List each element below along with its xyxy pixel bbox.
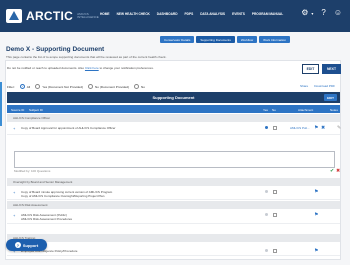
download-pdf-link[interactable]: Download PDF xyxy=(314,84,335,88)
nav-data-analysis[interactable]: DATA ANALYSIS xyxy=(200,12,225,16)
edit-icon[interactable]: ✎ xyxy=(337,125,341,131)
status-dot xyxy=(265,126,268,129)
support-button[interactable]: ? Support xyxy=(6,239,47,251)
table-group: AHL/CS Compliance Officer xyxy=(7,114,340,122)
pin-icon[interactable]: ⚑ xyxy=(314,189,318,195)
no-checkbox[interactable] xyxy=(273,125,277,130)
tab-workflow[interactable]: Workflow xyxy=(236,36,258,43)
tab-supporting-documents[interactable]: Supporting Documents xyxy=(196,36,235,43)
nav-dashboard[interactable]: DASHBOARD xyxy=(157,12,178,16)
table-row: + Copy of Board minute approving current… xyxy=(7,187,340,200)
notification-info: Do not be notified or reach to uploaded … xyxy=(7,66,154,70)
page-subtitle: This page contains the list of to-scope … xyxy=(6,55,167,59)
nav-events[interactable]: EVENTS xyxy=(232,12,245,16)
help-icon[interactable]: ? xyxy=(321,9,325,17)
attachment-link[interactable]: AML/CS Poli... xyxy=(290,126,310,130)
status-dot xyxy=(265,190,268,193)
main-nav: HOME NEW HEALTH CHECK DASHBOARD PDPS DAT… xyxy=(100,12,283,16)
top-header: ARCTIC AMC/CS INTELLIGENCE HOME NEW HEAL… xyxy=(0,0,350,32)
table-row: + AML/CS Risk Assessment (Public) AML/CS… xyxy=(7,210,340,224)
status-dot xyxy=(265,213,268,216)
col-source-id[interactable]: Source ID xyxy=(11,108,24,112)
table-row: + Copy of Board Approval for appointment… xyxy=(7,123,341,135)
settings-icon[interactable]: ⚙ xyxy=(301,9,308,17)
modified-by: Modified by: 100 Questions xyxy=(14,169,51,173)
user-icon[interactable]: ☺ xyxy=(334,9,342,17)
radio-icon xyxy=(134,84,140,89)
col-attachment: Attachment xyxy=(298,107,314,112)
edit-button[interactable]: EDIT xyxy=(302,64,319,74)
pin-icon[interactable]: ⚑ xyxy=(314,212,318,218)
delete-icon[interactable]: ✖ xyxy=(321,125,325,131)
share-link[interactable]: Share xyxy=(300,84,308,88)
brand-logo[interactable]: ARCTIC AMC/CS INTELLIGENCE xyxy=(6,9,99,23)
chevron-down-icon[interactable]: ▾ xyxy=(311,11,313,16)
table-group: Oversight by Board and Senior Management xyxy=(7,178,340,186)
filter-all[interactable]: All xyxy=(19,84,30,89)
next-button[interactable]: NEXT xyxy=(322,64,341,74)
col-yes: Yes xyxy=(263,107,268,112)
table-group: AHL/CS Risk Assessment xyxy=(7,201,340,209)
status-dot xyxy=(265,249,268,252)
tab-conservator-details[interactable]: Conservator Details xyxy=(160,36,195,43)
no-checkbox[interactable] xyxy=(273,212,277,217)
table-row: + Employee Due Diligence Policy/Procedur… xyxy=(7,246,340,256)
col-notes: Notes xyxy=(330,107,338,112)
nav-pdps[interactable]: PDPS xyxy=(185,12,194,16)
radio-icon xyxy=(19,84,25,89)
filter-no-provided[interactable]: No (Document Provided) xyxy=(88,84,129,89)
filter-yes-not-provided[interactable]: Yes (Document Not Provided) xyxy=(35,84,83,89)
left-accent-bar xyxy=(0,82,2,126)
comment-textarea[interactable] xyxy=(14,151,335,168)
check-icon[interactable]: ✔ xyxy=(330,168,334,174)
col-subject-id[interactable]: Subject ID xyxy=(29,108,43,112)
no-checkbox[interactable] xyxy=(273,189,277,194)
brand-name: ARCTIC xyxy=(26,9,74,23)
arctic-logo-icon xyxy=(6,9,22,23)
header-icons: ⚙ ▾ ? ☺ xyxy=(301,9,342,17)
question-icon: ? xyxy=(14,242,21,248)
export-links: Share Download PDF xyxy=(300,84,335,88)
brand-sub: AMC/CS INTELLIGENCE xyxy=(77,11,99,19)
section-header: Supporting Document EDIT xyxy=(7,92,340,103)
nav-home[interactable]: HOME xyxy=(100,12,110,16)
filter-no[interactable]: No xyxy=(134,84,145,89)
notification-link[interactable]: Click here xyxy=(85,66,99,70)
section-title: Supporting Document xyxy=(152,95,195,100)
pin-icon[interactable]: ⚑ xyxy=(314,248,318,254)
expand-icon[interactable]: + xyxy=(13,126,15,131)
radio-icon xyxy=(35,84,41,89)
section-edit-button[interactable]: EDIT xyxy=(324,94,337,101)
page-title: Demo X - Supporting Document xyxy=(6,46,105,53)
tab-work-information[interactable]: Work Information xyxy=(259,36,290,43)
section-tabs: Conservator Details Supporting Documents… xyxy=(160,36,290,43)
table-group: AHL/CS Training xyxy=(7,234,340,242)
radio-icon xyxy=(88,84,93,89)
nav-program-manual[interactable]: PROGRAM MANUAL xyxy=(252,12,283,16)
nav-new-health-check[interactable]: NEW HEALTH CHECK xyxy=(117,12,150,16)
close-icon[interactable]: ✖ xyxy=(336,168,340,174)
filter-radios: Filter: All Yes (Document Not Provided) … xyxy=(7,84,145,89)
col-no: No xyxy=(272,107,276,112)
pin-icon[interactable]: ⚑ xyxy=(314,125,318,131)
expand-icon[interactable]: + xyxy=(13,190,15,195)
table-header: Source ID Subject ID Yes No Attachment N… xyxy=(7,105,340,113)
expand-icon[interactable]: + xyxy=(13,213,15,218)
no-checkbox[interactable] xyxy=(273,248,277,253)
filter-label: Filter: xyxy=(7,84,15,89)
